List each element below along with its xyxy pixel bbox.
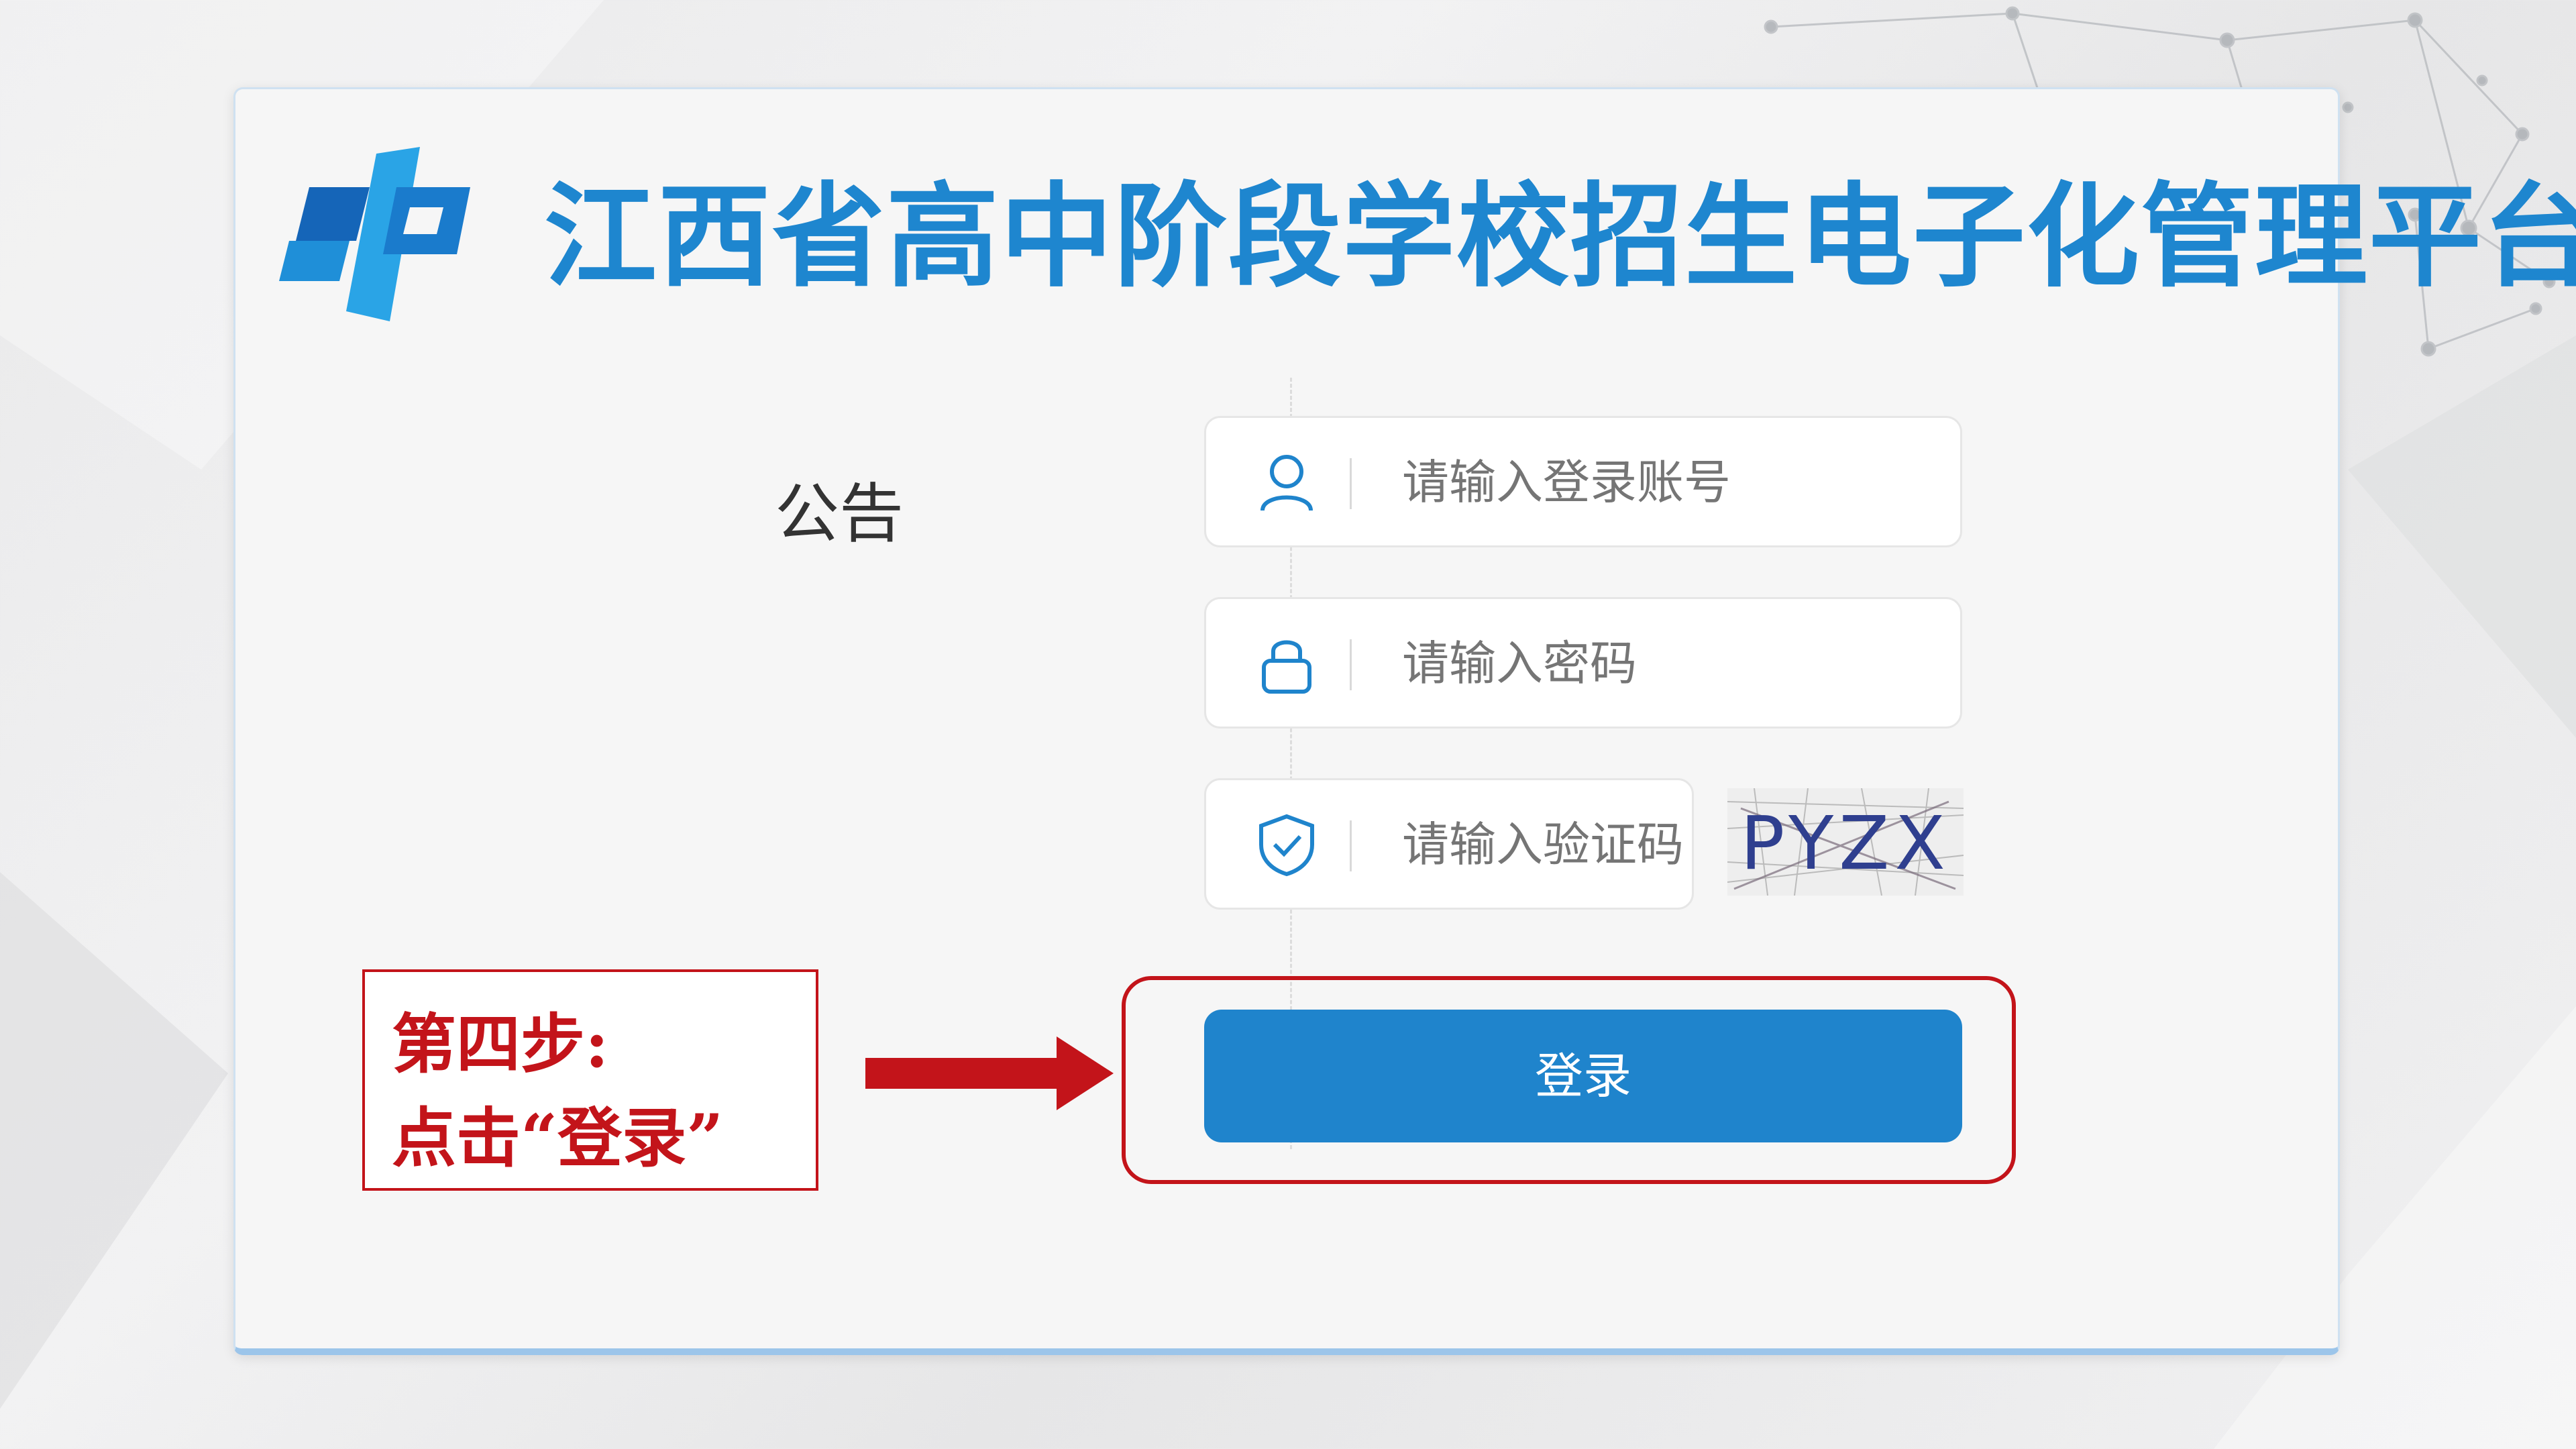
account-field[interactable] [1204, 416, 1962, 547]
shield-check-icon [1259, 814, 1314, 877]
user-icon [1260, 455, 1313, 511]
captcha-input[interactable] [1401, 780, 1685, 909]
field-separator [1350, 639, 1352, 690]
password-input[interactable] [1401, 599, 1940, 728]
captcha-image[interactable]: PYZX [1727, 788, 1964, 896]
platform-logo [279, 147, 470, 321]
field-separator [1350, 458, 1352, 509]
step-instruction: 点击“登录” [392, 1100, 724, 1176]
step-annotation: 第四步: 点击“登录” [362, 969, 818, 1191]
login-button[interactable]: 登录 [1204, 1010, 1962, 1142]
notice-heading: 公告 [775, 476, 904, 551]
account-input[interactable] [1401, 418, 1940, 547]
arrow-right-icon [865, 1036, 1114, 1110]
password-field[interactable] [1204, 597, 1962, 729]
page-title: 江西省高中阶段学校招生电子化管理平台 [544, 171, 2576, 303]
captcha-field[interactable] [1204, 778, 1694, 910]
field-separator [1350, 820, 1352, 871]
captcha-text: PYZX [1740, 800, 1951, 886]
step-title: 第四步: [392, 1006, 609, 1082]
lock-icon [1262, 640, 1311, 694]
